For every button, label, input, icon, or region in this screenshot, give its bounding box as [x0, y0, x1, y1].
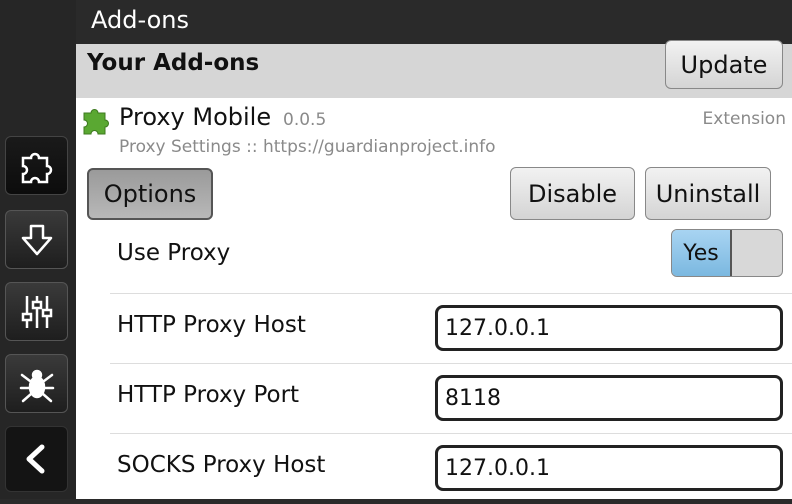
addon-type: Extension [702, 109, 786, 129]
section-title: Your Add-ons [87, 50, 260, 76]
puzzle-icon [21, 152, 52, 183]
pref-label: Use Proxy [117, 240, 231, 266]
uninstall-button[interactable]: Uninstall [645, 167, 771, 220]
chevron-left-icon [26, 444, 44, 474]
sidebar [0, 0, 76, 499]
pref-row-http-port: HTTP Proxy Port 8118 [110, 364, 792, 434]
toggle-yes-label: Yes [672, 230, 732, 276]
use-proxy-toggle[interactable]: Yes [671, 229, 783, 277]
section-header: Your Add-ons Update [76, 40, 792, 98]
addon-version: 0.0.5 [283, 110, 327, 130]
pref-row-http-host: HTTP Proxy Host 127.0.0.1 [110, 294, 792, 364]
socks-proxy-host-input[interactable]: 127.0.0.1 [435, 445, 783, 491]
update-button[interactable]: Update [665, 40, 783, 89]
addon-name: Proxy Mobile [119, 103, 272, 131]
download-arrow-icon [21, 224, 52, 255]
addons-panel: Your Add-ons Update Proxy Mobile 0.0.5 E… [76, 40, 792, 499]
console-sidebar-button[interactable] [5, 354, 68, 413]
bug-icon [19, 369, 54, 402]
preferences-sidebar-button[interactable] [5, 282, 68, 341]
pref-row-socks-host: SOCKS Proxy Host 127.0.0.1 [110, 434, 792, 504]
addons-sidebar-button[interactable] [5, 136, 68, 195]
downloads-sidebar-button[interactable] [5, 210, 68, 269]
pref-label: SOCKS Proxy Host [117, 452, 326, 478]
back-button[interactable] [5, 426, 68, 492]
puzzle-piece-icon [83, 109, 109, 135]
pref-label: HTTP Proxy Host [117, 312, 306, 338]
http-proxy-host-input[interactable]: 127.0.0.1 [435, 305, 783, 351]
pref-label: HTTP Proxy Port [117, 382, 300, 408]
window-title: Add-ons [91, 6, 189, 34]
sliders-icon [21, 295, 52, 328]
addon-description: Proxy Settings :: https://guardianprojec… [119, 137, 496, 157]
title-bar: Add-ons [76, 0, 792, 44]
disable-button[interactable]: Disable [510, 167, 635, 220]
options-button[interactable]: Options [87, 168, 213, 220]
pref-row-use-proxy: Use Proxy Yes [110, 224, 792, 294]
http-proxy-port-input[interactable]: 8118 [435, 375, 783, 421]
